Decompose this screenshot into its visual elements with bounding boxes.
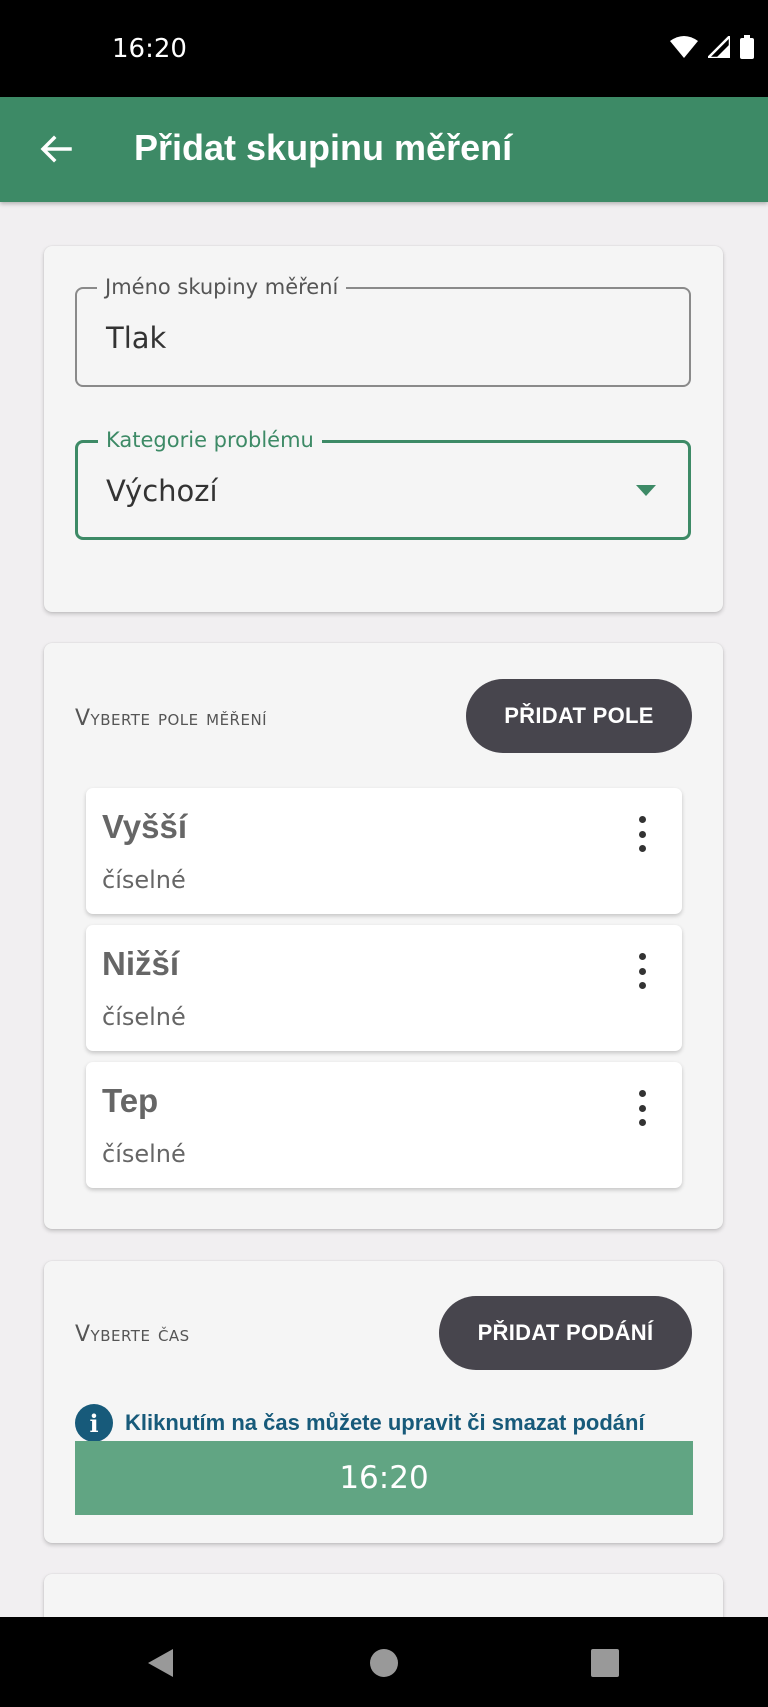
group-info-card: Jméno skupiny měření Tlak Kategorie prob… [44, 246, 723, 612]
add-field-button[interactable]: PŘIDAT POLE [466, 679, 692, 753]
group-name-label: Jméno skupiny měření [97, 275, 347, 299]
field-item[interactable]: Nižší číselné [86, 925, 682, 1051]
navigation-bar [0, 1617, 768, 1707]
field-type: číselné [102, 1003, 186, 1031]
group-name-input[interactable]: Tlak [106, 321, 166, 355]
status-bar: 16:20 [0, 0, 768, 97]
field-item[interactable]: Tep číselné [86, 1062, 682, 1188]
nav-recents-button[interactable] [585, 1643, 625, 1683]
back-button[interactable] [28, 121, 84, 177]
field-name: Vyšší [102, 808, 188, 845]
field-type: číselné [102, 866, 186, 894]
more-vert-icon[interactable] [632, 1090, 652, 1126]
status-icons [670, 35, 754, 59]
arrow-back-icon [40, 135, 72, 163]
nav-home-button[interactable] [364, 1643, 404, 1683]
info-icon: i [75, 1404, 113, 1442]
fields-card: Vyberte pole měření PŘIDAT POLE Vyšší čí… [44, 643, 723, 1229]
time-card: Vyberte čas PŘIDAT PODÁNÍ i Kliknutím na… [44, 1261, 723, 1543]
circle-home-icon [370, 1649, 398, 1677]
time-section-title: Vyberte čas [75, 1322, 190, 1347]
dropdown-arrow-icon [636, 485, 656, 496]
category-label: Kategorie problému [98, 428, 322, 452]
field-name: Tep [102, 1082, 159, 1119]
nav-back-button[interactable] [140, 1643, 180, 1683]
add-dose-button[interactable]: PŘIDAT PODÁNÍ [439, 1296, 692, 1370]
info-message: i Kliknutím na čas můžete upravit či sma… [75, 1404, 645, 1442]
field-type: číselné [102, 1140, 186, 1168]
cellular-signal-icon [708, 36, 730, 58]
page-title: Přidat skupinu měření [134, 127, 513, 168]
category-select[interactable]: Kategorie problému Výchozí [75, 428, 691, 540]
category-value: Výchozí [106, 474, 218, 508]
time-entry[interactable]: 16:20 [75, 1441, 693, 1515]
triangle-back-icon [148, 1649, 173, 1677]
group-name-field[interactable]: Jméno skupiny měření Tlak [75, 275, 691, 387]
more-vert-icon[interactable] [632, 816, 652, 852]
wifi-icon [670, 36, 698, 58]
square-recents-icon [591, 1649, 619, 1677]
info-text: Kliknutím na čas můžete upravit či smaza… [125, 1410, 645, 1435]
battery-icon [740, 35, 754, 59]
app-bar: Přidat skupinu měření [0, 97, 768, 202]
more-vert-icon[interactable] [632, 953, 652, 989]
field-name: Nižší [102, 945, 180, 982]
fields-section-title: Vyberte pole měření [75, 706, 268, 731]
status-time: 16:20 [112, 34, 187, 64]
field-item[interactable]: Vyšší číselné [86, 788, 682, 914]
